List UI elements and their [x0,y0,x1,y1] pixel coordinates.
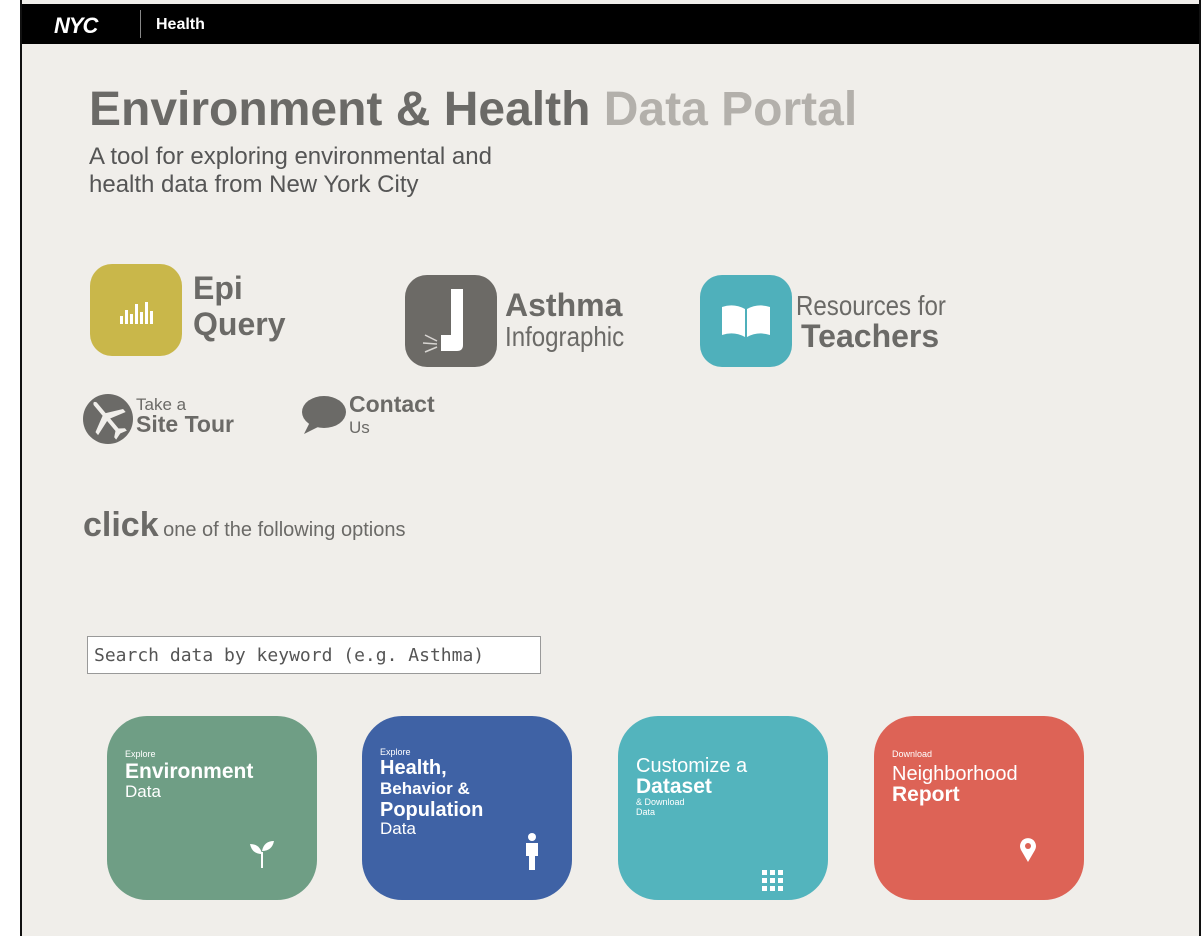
instruction-rest: one of the following options [163,519,406,541]
page-subtitle: A tool for exploring environmental and h… [89,143,649,199]
teachers-tile[interactable] [700,275,792,367]
speech-bubble-icon[interactable] [300,394,348,436]
explore-environment-card[interactable]: Explore Environment Data [107,716,317,900]
asthma-infographic-tile[interactable] [405,275,497,367]
card-small-label-1: & Download [636,797,685,807]
asthma-label-2[interactable]: Infographic [505,321,624,353]
top-bar: NYC Health [22,4,1199,44]
epi-query-label-1[interactable]: Epi [193,270,243,307]
bar-chart-icon [120,302,153,324]
title-main: Environment & Health [89,83,591,136]
instruction-text: click one of the following options [83,506,405,545]
asthma-label-1[interactable]: Asthma [505,287,622,324]
inhaler-icon [422,289,463,353]
instruction-emphasis: click [83,506,159,544]
card-top-label: Customize a [636,755,748,777]
page-frame: NYC Health Environment & Health Data Por… [20,0,1201,936]
grid-icon [762,870,783,891]
title-accent: Data Portal [603,83,858,136]
airplane-icon[interactable] [82,393,134,445]
card-title: Dataset [636,775,712,798]
card-title: Report [892,783,960,806]
card-title: Environment [125,760,254,783]
map-pin-icon [1020,838,1036,862]
card-title-line-2: Behavior & [380,779,470,798]
page-title: Environment & Health Data Portal [89,82,857,137]
card-small-label-2: Data [636,807,656,817]
card-top-label: Neighborhood [892,763,1018,785]
nyc-logo[interactable]: NYC [54,13,98,39]
card-small-label: Explore [380,747,411,757]
site-tour-label-2[interactable]: Site Tour [136,411,234,438]
subtitle-line-2: health data from New York City [89,171,419,198]
explore-health-card[interactable]: Explore Health, Behavior & Population Da… [362,716,572,900]
card-title-line-3: Population [380,799,484,821]
card-title-line-1: Health, [380,757,447,779]
teachers-label-2[interactable]: Teachers [801,318,939,355]
sprout-icon [250,841,274,868]
top-bar-divider [140,10,141,38]
epi-query-tile[interactable] [90,264,182,356]
card-small-label: Download [892,749,933,759]
subtitle-line-1: A tool for exploring environmental and [89,143,492,170]
card-subtitle: Data [380,819,416,838]
card-subtitle: Data [125,782,161,801]
customize-dataset-card[interactable]: Customize a Dataset & Download Data [618,716,828,900]
contact-label-1[interactable]: Contact [349,391,435,418]
neighborhood-report-card[interactable]: Download Neighborhood Report [874,716,1084,900]
search-input[interactable] [87,636,541,674]
card-small-label: Explore [125,749,156,759]
health-link[interactable]: Health [156,16,205,34]
contact-label-2[interactable]: Us [349,418,370,438]
epi-query-label-2[interactable]: Query [193,306,285,343]
open-book-icon [722,305,770,337]
person-icon [526,833,538,870]
